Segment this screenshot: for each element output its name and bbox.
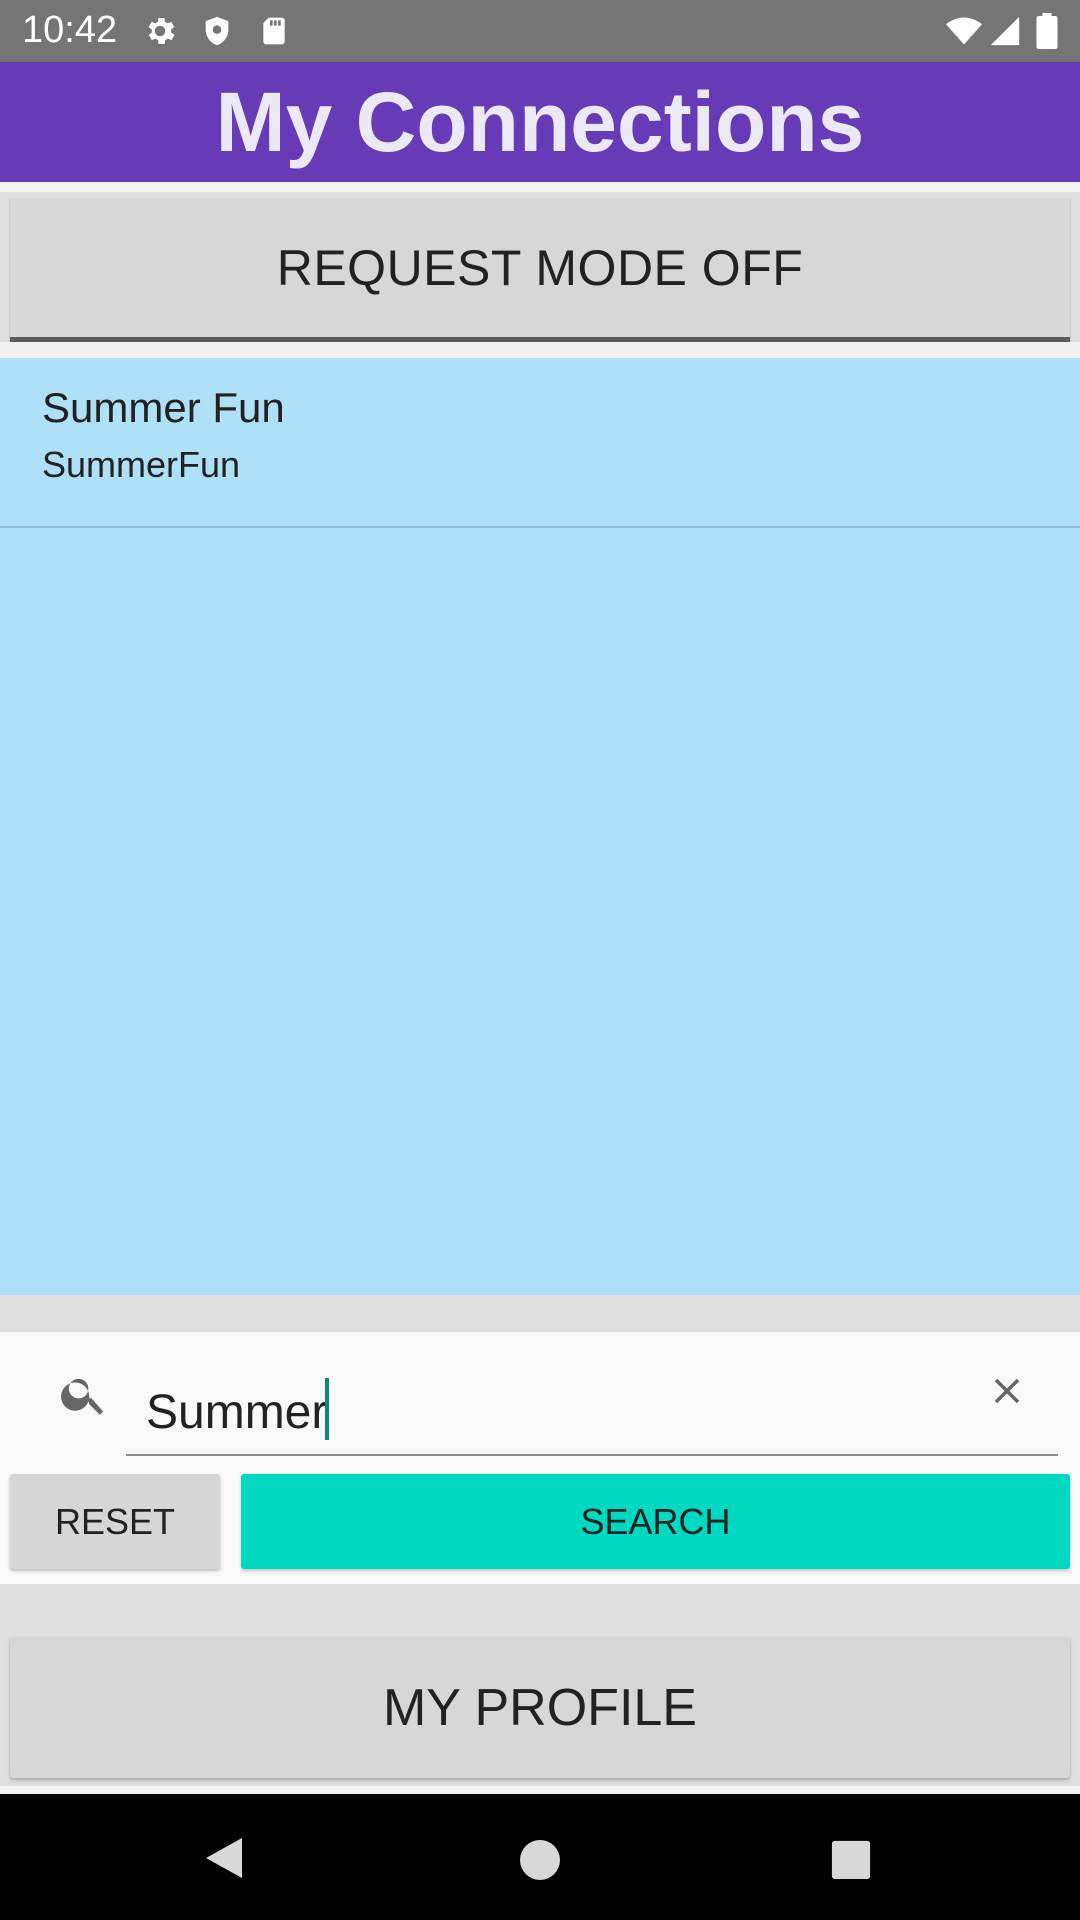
search-icon xyxy=(58,1368,110,1425)
close-icon[interactable] xyxy=(986,1370,1028,1417)
search-input[interactable]: Summer xyxy=(126,1350,1058,1456)
status-bar: 10:42 xyxy=(0,0,1080,62)
sd-card-icon xyxy=(258,13,290,49)
battery-icon xyxy=(1036,13,1058,49)
request-mode-button[interactable]: REQUEST MODE OFF xyxy=(10,199,1070,342)
divider xyxy=(0,1786,1080,1794)
app-bar: My Connections xyxy=(0,62,1080,182)
navigation-bar xyxy=(0,1794,1080,1920)
search-query: Summer xyxy=(146,1386,328,1439)
status-time: 10:42 xyxy=(22,9,118,51)
home-icon[interactable] xyxy=(518,1834,562,1887)
my-profile-button[interactable]: MY PROFILE xyxy=(10,1637,1070,1778)
signal-icon xyxy=(988,13,1022,49)
reset-button[interactable]: RESET xyxy=(10,1474,220,1569)
search-button[interactable]: SEARCH xyxy=(241,1474,1070,1569)
connection-name: Summer Fun xyxy=(42,384,285,431)
list-item[interactable]: Summer Fun SummerFun xyxy=(0,358,1080,528)
back-icon[interactable] xyxy=(202,1834,246,1887)
wifi-icon xyxy=(944,13,984,49)
search-input-value: Summer xyxy=(146,1378,330,1440)
connections-list[interactable]: Summer Fun SummerFun xyxy=(0,358,1080,1295)
gear-icon xyxy=(142,13,178,49)
recents-icon[interactable] xyxy=(830,1834,872,1887)
text-caret xyxy=(325,1378,330,1440)
search-panel: Summer RESET SEARCH xyxy=(0,1332,1080,1584)
divider xyxy=(0,342,1080,358)
connection-handle: SummerFun xyxy=(42,444,241,485)
divider xyxy=(0,182,1080,192)
page-title: My Connections xyxy=(215,74,865,169)
shield-icon xyxy=(200,13,234,49)
